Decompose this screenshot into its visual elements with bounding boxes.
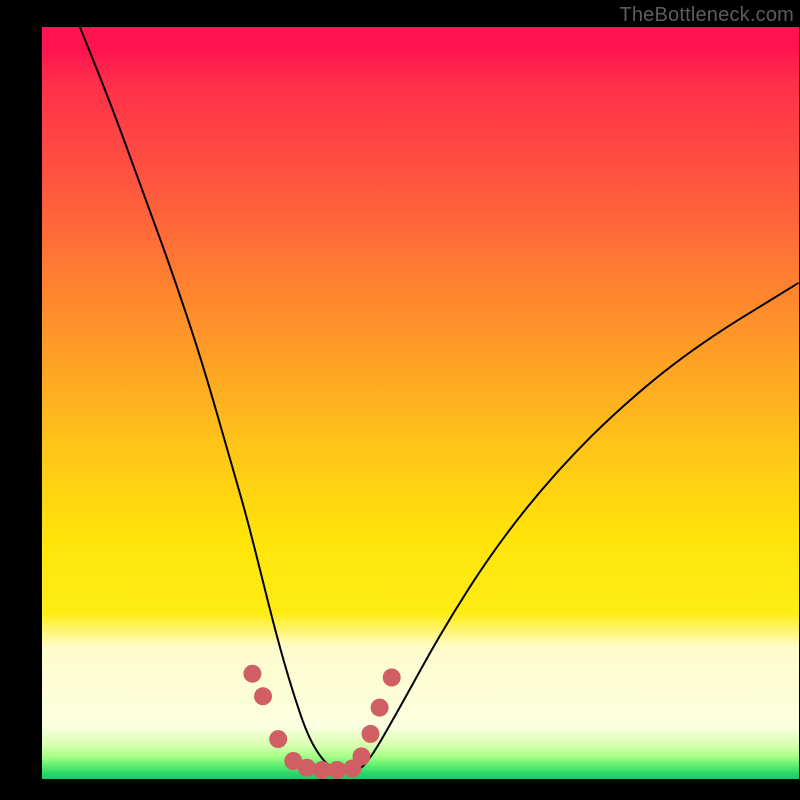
chart-plot-area (42, 27, 799, 779)
watermark-text: TheBottleneck.com (619, 4, 794, 27)
chart-frame: TheBottleneck.com (0, 0, 800, 800)
